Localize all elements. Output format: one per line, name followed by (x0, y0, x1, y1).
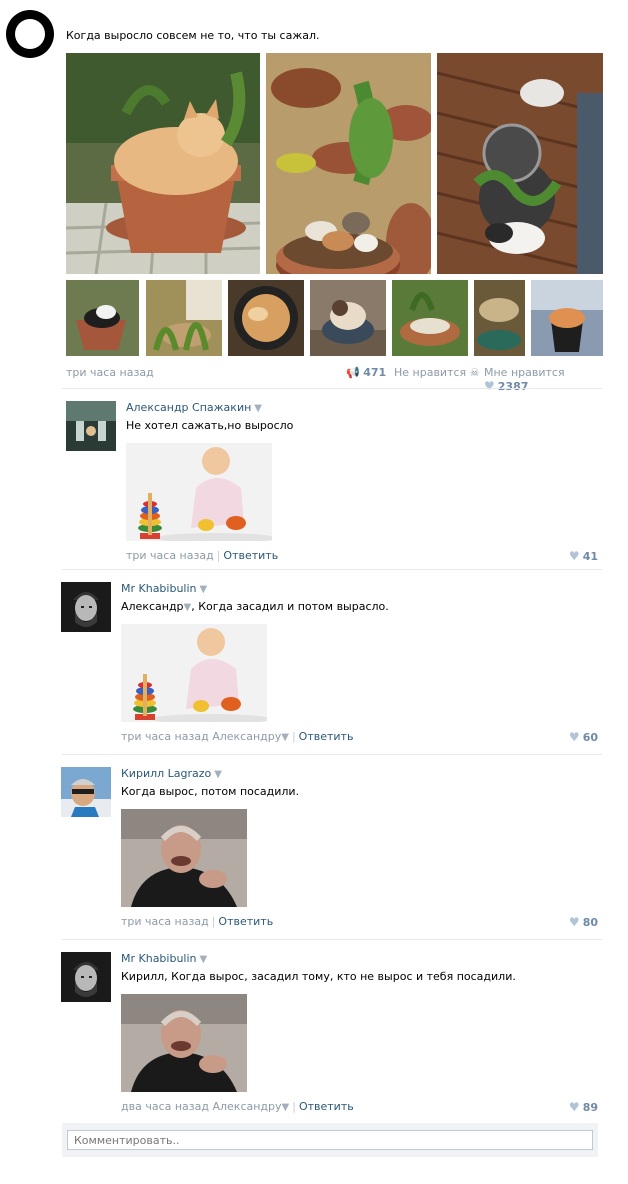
comment-text: Когда вырос, потом посадили. (121, 785, 300, 798)
comment-meta: два часа назад Александру▼ | Ответить (121, 1100, 354, 1113)
reply-to[interactable]: Александру (212, 730, 281, 743)
comment-text: Кирилл, Когда вырос, засадил тому, кто н… (121, 970, 516, 983)
cat-pot-thumb-3[interactable] (228, 280, 304, 356)
heart-icon: ♥ (568, 915, 580, 929)
laughing-man-photo[interactable] (121, 994, 247, 1092)
heart-icon: ♥ (484, 379, 495, 393)
like-count: 2387 (497, 380, 529, 393)
separator (62, 754, 602, 755)
like-label: Мне нравится (484, 366, 565, 379)
share-count: 471 (363, 366, 387, 379)
cats-in-planters-photo[interactable] (437, 53, 603, 274)
separator (62, 569, 602, 570)
comment-like-button[interactable]: ♥ 89 (569, 1100, 598, 1114)
avatar[interactable] (66, 401, 116, 451)
share-button[interactable]: 📢 471 (346, 366, 386, 379)
dropdown-arrow-icon[interactable]: ▼ (282, 1102, 290, 1113)
separator (62, 388, 602, 389)
separator (62, 939, 602, 940)
comment-time[interactable]: три часа назад (126, 549, 214, 562)
dropdown-arrow-icon[interactable]: ▼ (281, 732, 289, 743)
dropdown-arrow-icon[interactable]: ▼ (214, 769, 222, 780)
cat-pot-thumb-4[interactable] (310, 280, 386, 356)
dropdown-arrow-icon[interactable]: ▼ (200, 954, 208, 965)
reply-button[interactable]: Ответить (299, 730, 354, 743)
mention[interactable]: Александр (121, 600, 184, 613)
avatar[interactable] (61, 952, 111, 1002)
skull-icon: ☠ (469, 366, 480, 379)
comment-like-button[interactable]: ♥ 41 (569, 549, 598, 563)
laughing-man-photo[interactable] (121, 809, 247, 907)
heart-icon: ♥ (568, 549, 580, 563)
avatar[interactable] (61, 582, 111, 632)
comment-like-button[interactable]: ♥ 80 (569, 915, 598, 929)
cat-in-pot-photo[interactable] (66, 53, 260, 274)
cat-pot-thumb-5[interactable] (392, 280, 468, 356)
dropdown-arrow-icon[interactable]: ▼ (254, 403, 262, 414)
cat-pot-thumb-1[interactable] (66, 280, 139, 356)
dislike-label: Не нравится (394, 366, 467, 379)
heart-icon: ♥ (568, 730, 580, 744)
comment-meta: три часа назад | Ответить (121, 915, 274, 928)
kittens-in-pot-photo[interactable] (266, 53, 431, 274)
comment-text: Александр▼, Когда засадил и потом вырасл… (121, 600, 389, 613)
reply-to[interactable]: Александру (212, 1100, 281, 1113)
comment-meta: три часа назад Александру▼ | Ответить (121, 730, 354, 743)
comment-meta: три часа назад | Ответить (126, 549, 279, 562)
megaphone-icon: 📢 (346, 366, 360, 379)
comment-input[interactable] (67, 1130, 593, 1150)
baby-with-toy-photo[interactable] (126, 443, 272, 541)
comment-box (62, 1123, 598, 1157)
post-footer: три часа назад 📢 471 Не нравится ☠ Мне н… (66, 364, 598, 393)
post-text: Когда выросло совсем не то, что ты сажал… (66, 29, 320, 42)
cat-pot-thumb-2[interactable] (146, 280, 222, 356)
comment-time[interactable]: три часа назад (121, 915, 209, 928)
comment-like-button[interactable]: ♥ 60 (569, 730, 598, 744)
reply-button[interactable]: Ответить (299, 1100, 354, 1113)
cat-pot-thumb-7[interactable] (531, 280, 603, 356)
reply-button[interactable]: Ответить (223, 549, 278, 562)
community-logo[interactable] (6, 10, 54, 58)
cat-pot-thumb-6[interactable] (474, 280, 525, 356)
reply-button[interactable]: Ответить (218, 915, 273, 928)
comment-text: Не хотел сажать,но выросло (126, 419, 294, 432)
comment-time[interactable]: три часа назад (121, 730, 209, 743)
baby-with-toy-photo[interactable] (121, 624, 267, 722)
dislike-button[interactable]: Не нравится ☠ (394, 366, 480, 379)
comment-author[interactable]: Mr Khabibulin ▼ (121, 582, 207, 595)
comment-author[interactable]: Александр Спажакин ▼ (126, 401, 262, 414)
heart-icon: ♥ (568, 1100, 580, 1114)
comment-author[interactable]: Mr Khabibulin ▼ (121, 952, 207, 965)
comment-time[interactable]: два часа назад (121, 1100, 209, 1113)
post-time[interactable]: три часа назад (66, 366, 154, 379)
dropdown-arrow-icon[interactable]: ▼ (200, 584, 208, 595)
avatar[interactable] (61, 767, 111, 817)
comment-author[interactable]: Кирилл Lagrazo ▼ (121, 767, 222, 780)
